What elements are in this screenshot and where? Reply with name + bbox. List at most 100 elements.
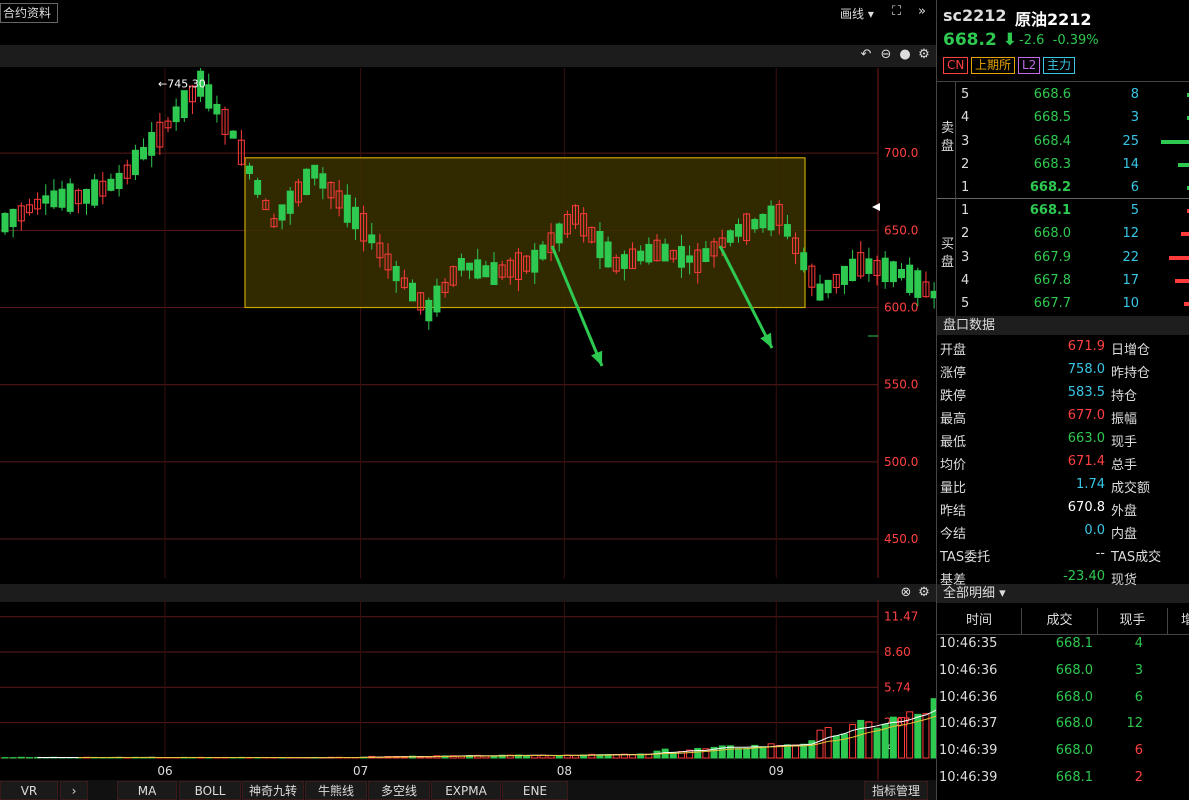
trading-window: 合约资料 画线 ▾ ⛶ » ↶ ⊖ ● ⚙ 700.0 650.0 600.0 550… <box>0 0 1189 800</box>
stat-label: 涨停 <box>940 366 967 381</box>
candle-body <box>889 261 897 283</box>
stat-label: 均价 <box>940 458 967 473</box>
volume-chart[interactable]: 11.478.605.742.87万0607080910 <box>0 600 936 780</box>
volume-bar <box>792 744 800 759</box>
current-price-marker <box>872 203 880 211</box>
quote-tag: 上期所 <box>971 57 1016 74</box>
candle-body <box>140 147 148 160</box>
order-price: 667.7 <box>1033 296 1071 312</box>
tab-expma[interactable]: EXPMA <box>431 781 501 800</box>
tab-more[interactable]: › <box>60 781 88 800</box>
bid-row[interactable]: 4 667.8 17 <box>937 270 1189 293</box>
trade-row: 10:46:39 668.0 6 <box>937 739 1189 766</box>
trade-time: 10:46:36 <box>939 689 998 705</box>
collapse-panel-icon[interactable]: » <box>918 4 926 19</box>
candle-body <box>368 234 376 244</box>
candle-body <box>148 132 156 156</box>
candle-body <box>783 224 791 237</box>
ask-row[interactable]: 2 668.3 14 <box>937 154 1189 177</box>
tab-vr[interactable]: VR <box>0 781 58 800</box>
tab-long-short[interactable]: 多空线 <box>368 781 430 800</box>
ask-row[interactable]: 4 668.5 3 <box>937 107 1189 130</box>
volume-bar <box>775 745 783 759</box>
bid-row[interactable]: 3 667.9 22 <box>937 247 1189 270</box>
level: 3 <box>961 133 970 149</box>
trade-price: 668.0 <box>1055 662 1093 678</box>
gear-icon[interactable]: ⚙ <box>916 47 932 63</box>
indicator-manager-button[interactable]: 指标管理 <box>864 781 928 800</box>
trade-column-header[interactable]: 增 <box>1168 608 1189 634</box>
order-price: 668.5 <box>1033 110 1071 126</box>
gear-icon[interactable]: ⚙ <box>916 585 932 601</box>
stat-label: 开盘 <box>940 343 967 358</box>
volume-ma10-line <box>78 715 936 759</box>
candle-body <box>42 195 50 204</box>
candle-body <box>914 270 922 298</box>
candle <box>131 144 139 181</box>
tab-ene[interactable]: ENE <box>502 781 568 800</box>
candle-body <box>343 194 351 223</box>
tab-magic-nine[interactable]: 神奇九转 <box>242 781 304 800</box>
trade-volume: 6 <box>1134 689 1143 705</box>
undo-icon[interactable]: ↶ <box>858 47 874 63</box>
candle-body <box>311 164 319 179</box>
bid-row[interactable]: 2 668.0 12 <box>937 223 1189 246</box>
stat-label-secondary: 内盘 <box>1111 527 1138 542</box>
order-volume: 8 <box>1130 87 1139 102</box>
order-price: 667.8 <box>1033 272 1071 288</box>
level: 4 <box>961 272 970 288</box>
candle <box>922 271 930 298</box>
price-tick-label: 700.0 <box>884 146 918 160</box>
date-tick-label: 06 <box>157 764 172 778</box>
candle-body <box>881 257 889 283</box>
close-icon[interactable]: ⊗ <box>898 585 914 601</box>
candlestick-chart[interactable]: 700.0 650.0 600.0 550.0 500.0 450.0 ←745.30 <box>0 68 936 578</box>
candle-body <box>180 90 188 119</box>
candle-body <box>906 264 914 293</box>
tab-bull-bear[interactable]: 牛熊线 <box>305 781 367 800</box>
order-volume: 22 <box>1122 249 1139 265</box>
candle-body <box>490 262 498 286</box>
candle-body <box>751 219 759 230</box>
candle-body <box>531 249 539 273</box>
volume-bar <box>857 719 865 759</box>
trade-column-header[interactable]: 现手 <box>1098 608 1168 634</box>
ask-row[interactable]: 3 668.4 25 <box>937 131 1189 154</box>
tab-boll[interactable]: BOLL <box>179 781 241 800</box>
stat-label-secondary: 持仓 <box>1111 389 1138 404</box>
candle-body <box>645 243 653 263</box>
candle <box>873 255 881 286</box>
ask-row[interactable]: 5 668.6 8 <box>937 84 1189 107</box>
stat-row: 开盘 671.9 日增仓 <box>937 336 1189 359</box>
minimize-icon[interactable]: ● <box>897 47 913 63</box>
trade-column-header[interactable]: 成交 <box>1022 608 1098 634</box>
fullscreen-icon[interactable]: ⛶ <box>892 4 901 19</box>
depth-bar <box>1175 278 1189 283</box>
candle <box>180 90 188 122</box>
candle-body <box>767 205 775 231</box>
trade-price: 668.0 <box>1055 689 1093 705</box>
trade-time: 10:46:35 <box>939 636 998 651</box>
ask-row[interactable]: 1 668.2 6 <box>937 177 1189 200</box>
bid-row[interactable]: 1 668.1 5 <box>937 200 1189 223</box>
candle-body <box>425 299 433 322</box>
candle-body <box>131 149 139 176</box>
level: 2 <box>961 226 970 242</box>
level: 2 <box>961 156 970 172</box>
bid-row[interactable]: 5 667.7 10 <box>937 293 1189 316</box>
candle <box>213 95 221 123</box>
stat-label-secondary: 现手 <box>1111 435 1138 450</box>
trade-price: 668.0 <box>1055 743 1093 759</box>
contract-info-button[interactable]: 合约资料 <box>0 3 59 23</box>
trade-time: 10:46:37 <box>939 716 998 732</box>
stat-label-secondary: 日增仓 <box>1111 343 1151 358</box>
draw-line-dropdown[interactable]: 画线 ▾ <box>840 5 874 22</box>
symbol-code: sc2212 <box>943 6 1007 25</box>
candle <box>83 188 90 215</box>
volume-tick-label: 8.60 <box>884 645 911 659</box>
candle <box>66 178 74 215</box>
trade-column-header[interactable]: 时间 <box>937 608 1022 634</box>
minus-circle-icon[interactable]: ⊖ <box>878 47 894 63</box>
tab-ma[interactable]: MA <box>117 781 177 800</box>
candle-body <box>824 279 832 294</box>
